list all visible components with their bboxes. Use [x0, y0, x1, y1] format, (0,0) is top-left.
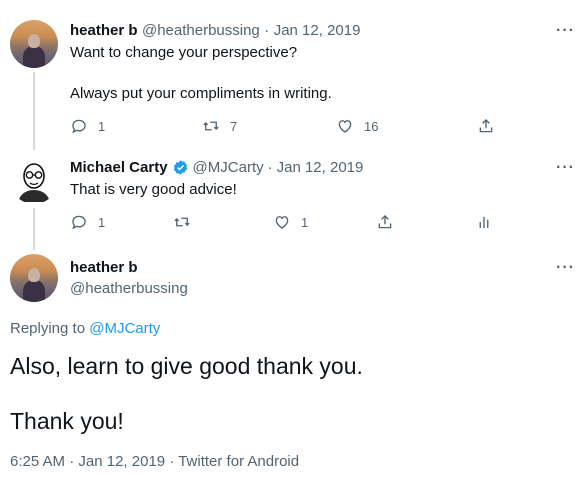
- replying-prefix: Replying to: [10, 320, 86, 337]
- share-icon: [378, 215, 392, 229]
- separator: ·: [69, 453, 75, 470]
- analytics-icon: [479, 216, 489, 228]
- like-button[interactable]: 1: [273, 213, 308, 231]
- replying-to: Replying to @MJCarty: [10, 320, 160, 337]
- reply-button[interactable]: 1: [70, 213, 105, 231]
- heart-icon: [338, 120, 352, 133]
- author-name[interactable]: heather b: [70, 22, 138, 39]
- author-name[interactable]: heather b: [70, 259, 138, 276]
- replying-to-link[interactable]: @MJCarty: [89, 320, 160, 337]
- main-tweet-text: Also, learn to give good thank you.: [10, 353, 363, 379]
- like-count: 16: [364, 118, 379, 134]
- like-count: 1: [301, 214, 309, 230]
- author-handle[interactable]: @heatherbussing: [70, 280, 188, 297]
- retweet-icon: [174, 217, 190, 227]
- share-button[interactable]: [376, 213, 394, 231]
- more-icon[interactable]: ···: [556, 22, 575, 40]
- reply-count: 1: [98, 214, 106, 230]
- separator: ·: [264, 22, 270, 39]
- avatar[interactable]: [10, 20, 58, 68]
- heart-icon: [275, 216, 289, 229]
- tweet-date[interactable]: Jan 12, 2019: [78, 453, 165, 470]
- separator: ·: [169, 453, 175, 470]
- author-handle[interactable]: @MJCarty: [193, 159, 264, 176]
- tweet-source[interactable]: Twitter for Android: [178, 453, 299, 470]
- tweet-timestamp: 6:25 AM · Jan 12, 2019 · Twitter for And…: [10, 453, 299, 470]
- thread-line: [33, 208, 35, 250]
- avatar[interactable]: [10, 156, 58, 204]
- tweet-date[interactable]: Jan 12, 2019: [274, 22, 361, 39]
- share-icon: [479, 119, 493, 133]
- separator: ·: [267, 159, 273, 176]
- reply-icon: [72, 215, 86, 230]
- tweet-text: Always put your compliments in writing.: [70, 85, 332, 102]
- reply-button[interactable]: 1: [70, 117, 105, 135]
- analytics-button[interactable]: [475, 213, 493, 231]
- more-icon[interactable]: ···: [556, 159, 575, 177]
- like-button[interactable]: 16: [336, 117, 378, 135]
- main-tweet-text: Thank you!: [10, 408, 124, 434]
- retweet-button[interactable]: [173, 213, 191, 231]
- retweet-button[interactable]: 7: [202, 117, 237, 135]
- more-icon[interactable]: ···: [556, 259, 575, 277]
- tweet-text: That is very good advice!: [70, 181, 237, 198]
- reply-icon: [72, 119, 86, 134]
- author-name[interactable]: Michael Carty: [70, 159, 168, 176]
- tweet-date[interactable]: Jan 12, 2019: [277, 159, 364, 176]
- verified-badge-icon: [173, 160, 187, 175]
- tweet-text: Want to change your perspective?: [70, 44, 298, 61]
- thread-line: [33, 72, 35, 150]
- tweet-header: heather b @heatherbussing · Jan 12, 2019: [70, 22, 360, 40]
- tweet-header: Michael Carty @MJCarty · Jan 12, 2019: [70, 159, 363, 176]
- reply-count: 1: [98, 118, 106, 134]
- michael-avatar-illustration: [10, 156, 58, 204]
- tweet-time[interactable]: 6:25 AM: [10, 453, 65, 470]
- author-handle[interactable]: @heatherbussing: [142, 22, 260, 39]
- avatar[interactable]: [10, 254, 58, 302]
- retweet-count: 7: [230, 118, 238, 134]
- retweet-icon: [203, 121, 219, 131]
- share-button[interactable]: [477, 117, 495, 135]
